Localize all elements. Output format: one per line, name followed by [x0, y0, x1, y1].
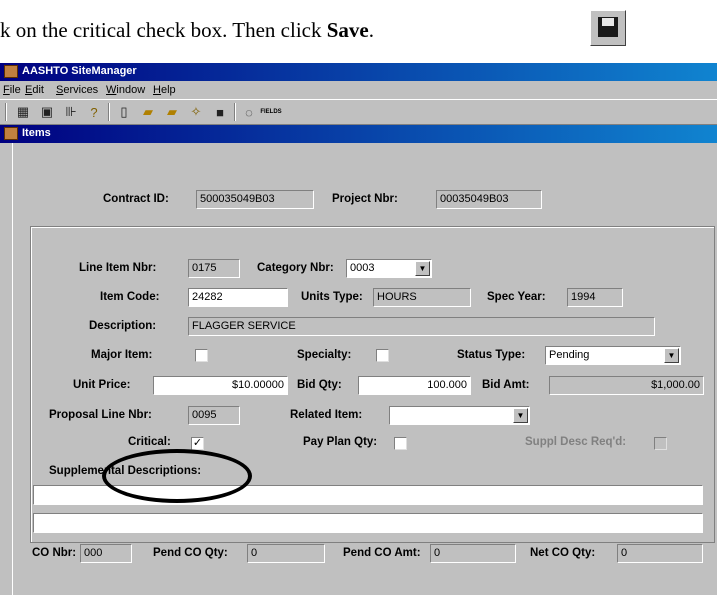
wizard-icon[interactable]: ✧ [187, 103, 205, 121]
fields-icon[interactable]: FIELDS [260, 103, 281, 121]
description-field[interactable]: FLAGGER SERVICE [188, 317, 655, 336]
monitor-icon[interactable]: ▣ [38, 103, 56, 121]
category-nbr-value: 0003 [350, 262, 375, 274]
item-code-label: Item Code: [100, 291, 160, 303]
category-nbr-label: Category Nbr: [257, 262, 334, 274]
description-label: Description: [89, 320, 157, 332]
app-titlebar: AASHTO SiteManager [0, 63, 717, 81]
chevron-down-icon[interactable]: ▼ [415, 261, 430, 276]
filter-icon[interactable]: ⊪ [62, 103, 80, 121]
critical-label: Critical: [128, 436, 171, 448]
menu-help[interactable]: Help [153, 84, 176, 96]
chevron-down-icon[interactable]: ▼ [664, 348, 679, 363]
toolbar-separator [108, 103, 110, 121]
related-item-label: Related Item: [290, 409, 363, 421]
status-type-select[interactable]: Pending ▼ [545, 346, 681, 365]
toolbar-separator [5, 103, 7, 121]
specialty-label: Specialty: [297, 349, 352, 361]
project-nbr-field[interactable]: 00035049B03 [436, 190, 542, 209]
unit-price-field[interactable]: $10.00000 [153, 376, 288, 395]
proposal-line-nbr-label: Proposal Line Nbr: [49, 409, 152, 421]
contract-id-field[interactable]: 500035049B03 [196, 190, 314, 209]
pend-co-qty-label: Pend CO Qty: [153, 547, 228, 559]
pend-co-amt-label: Pend CO Amt: [343, 547, 421, 559]
grid-icon[interactable]: ▦ [14, 103, 32, 121]
pend-co-amt-field[interactable]: 0 [430, 544, 516, 563]
menu-window[interactable]: Window [106, 84, 145, 96]
toolbar: ▦ ▣ ⊪ ? ▯ ▰ ▰ ✧ ■ ◌ FIELDS [0, 99, 717, 125]
save-icon [590, 10, 626, 46]
bid-amt-field[interactable]: $1,000.00 [549, 376, 704, 395]
menubar: File Edit Services Window Help [0, 81, 717, 99]
comment-icon[interactable]: ◌ [240, 103, 258, 121]
units-type-field[interactable]: HOURS [373, 288, 471, 307]
critical-checkbox[interactable]: ✓ [191, 437, 204, 450]
units-type-label: Units Type: [301, 291, 363, 303]
net-co-qty-label: Net CO Qty: [530, 547, 596, 559]
app-title: AASHTO SiteManager [22, 65, 137, 77]
highlight-ellipse [102, 449, 252, 503]
contract-id-label: Contract ID: [103, 193, 169, 205]
menu-edit[interactable]: Edit [25, 84, 44, 96]
major-item-label: Major Item: [91, 349, 153, 361]
bid-amt-label: Bid Amt: [482, 379, 530, 391]
open-alt-icon[interactable]: ▰ [163, 103, 181, 121]
unit-price-label: Unit Price: [73, 379, 131, 391]
spec-year-field[interactable]: 1994 [567, 288, 623, 307]
menu-file[interactable]: File [3, 84, 21, 96]
supplemental-field-2[interactable] [33, 513, 703, 533]
category-nbr-select[interactable]: 0003 ▼ [346, 259, 432, 278]
bid-qty-label: Bid Qty: [297, 379, 342, 391]
items-icon [4, 127, 18, 140]
instruction-text: k on the critical check box. Then click … [0, 18, 374, 42]
co-nbr-label: CO Nbr: [32, 547, 77, 559]
items-title: Items [22, 127, 51, 139]
related-item-select[interactable]: ▼ [389, 406, 530, 425]
save-icon[interactable]: ■ [211, 103, 229, 121]
chevron-down-icon[interactable]: ▼ [513, 408, 528, 423]
items-titlebar: Items [0, 125, 717, 143]
pay-plan-qty-label: Pay Plan Qty: [303, 436, 378, 448]
suppl-desc-label: Suppl Desc Req'd: [525, 436, 627, 448]
status-type-label: Status Type: [457, 349, 526, 361]
open-icon[interactable]: ▰ [139, 103, 157, 121]
status-type-value: Pending [549, 349, 590, 361]
spec-year-label: Spec Year: [487, 291, 546, 303]
app-icon [4, 65, 18, 78]
major-item-checkbox[interactable] [195, 349, 208, 362]
project-nbr-label: Project Nbr: [332, 193, 398, 205]
menu-services[interactable]: Services [56, 84, 98, 96]
new-icon[interactable]: ▯ [115, 103, 133, 121]
net-co-qty-field[interactable]: 0 [617, 544, 703, 563]
specialty-checkbox[interactable] [376, 349, 389, 362]
item-code-field[interactable]: 24282 [188, 288, 288, 307]
co-nbr-field[interactable]: 000 [80, 544, 132, 563]
toolbar-separator [234, 103, 236, 121]
proposal-line-nbr-field[interactable]: 0095 [188, 406, 240, 425]
pend-co-qty-field[interactable]: 0 [247, 544, 325, 563]
pay-plan-qty-checkbox[interactable] [394, 437, 407, 450]
help-icon[interactable]: ? [85, 103, 103, 121]
bid-qty-field[interactable]: 100.000 [358, 376, 471, 395]
suppl-desc-checkbox[interactable] [654, 437, 667, 450]
line-item-nbr-label: Line Item Nbr: [79, 262, 157, 274]
line-item-nbr-field[interactable]: 0175 [188, 259, 240, 278]
